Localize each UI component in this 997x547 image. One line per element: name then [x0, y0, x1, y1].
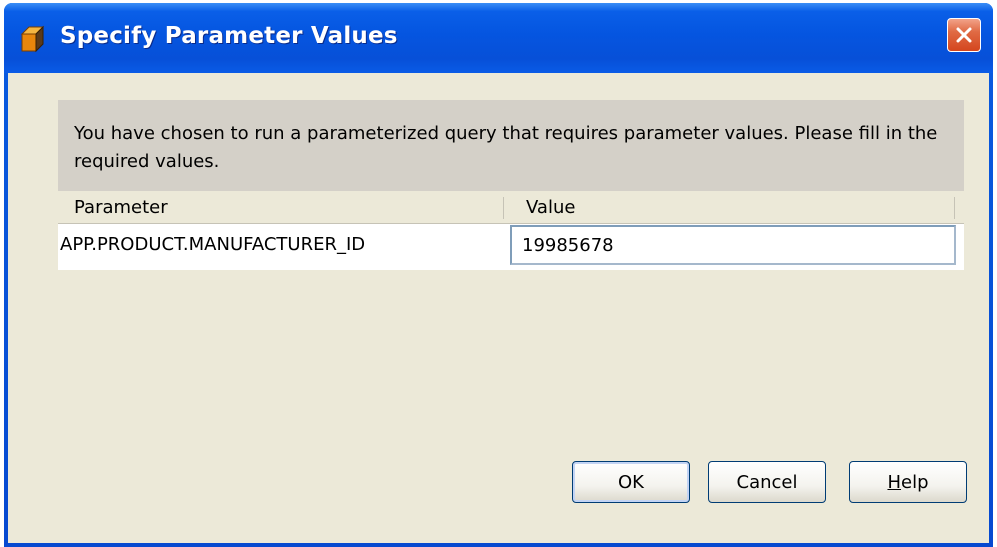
- ok-button[interactable]: OK: [572, 461, 690, 503]
- help-mnemonic: H: [887, 471, 902, 493]
- specify-parameter-values-dialog: Specify Parameter Values You have chosen…: [4, 3, 993, 547]
- dialog-title: Specify Parameter Values: [60, 23, 398, 49]
- close-icon: [956, 27, 972, 43]
- parameter-name-cell: APP.PRODUCT.MANUFACTURER_ID: [60, 234, 366, 255]
- cancel-button[interactable]: Cancel: [708, 461, 826, 503]
- table-row[interactable]: APP.PRODUCT.MANUFACTURER_ID: [58, 224, 964, 270]
- close-button[interactable]: [947, 18, 981, 52]
- dialog-body: You have chosen to run a parameterized q…: [8, 73, 989, 543]
- column-divider[interactable]: [954, 197, 955, 219]
- column-header-parameter[interactable]: Parameter: [74, 197, 168, 218]
- instruction-message: You have chosen to run a parameterized q…: [58, 100, 964, 191]
- help-label-rest: elp: [901, 471, 929, 493]
- parameter-table: Parameter Value APP.PRODUCT.MANUFACTURER…: [58, 191, 964, 277]
- table-header: Parameter Value: [58, 191, 964, 224]
- column-divider[interactable]: [503, 197, 504, 219]
- cube-icon: [20, 25, 45, 53]
- parameter-value-input[interactable]: [510, 225, 956, 265]
- title-bar[interactable]: Specify Parameter Values: [4, 3, 993, 73]
- help-button[interactable]: Help: [849, 461, 967, 503]
- column-header-value[interactable]: Value: [526, 197, 575, 218]
